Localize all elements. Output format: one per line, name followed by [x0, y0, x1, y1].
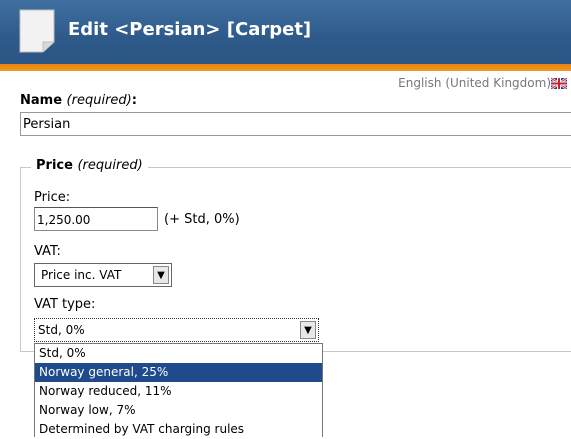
vat-select-value: Price inc. VAT — [41, 268, 122, 282]
document-icon — [19, 9, 55, 53]
name-label-colon: : — [131, 93, 137, 108]
name-label-text: Name — [20, 93, 63, 108]
vat-type-label: VAT type: — [34, 297, 96, 312]
name-input[interactable]: Persian — [20, 112, 571, 136]
chevron-down-icon[interactable]: ▼ — [300, 321, 316, 339]
vat-select[interactable]: Price inc. VAT ▼ — [34, 263, 172, 287]
vat-type-select[interactable]: Std, 0% ▼ — [34, 318, 319, 342]
dropdown-option[interactable]: Determined by VAT charging rules — [35, 420, 322, 439]
price-vat-note: (+ Std, 0%) — [164, 212, 240, 227]
dropdown-option[interactable]: Std, 0% — [35, 344, 322, 363]
language-label: English (United Kingdom) — [398, 76, 551, 90]
dropdown-option-highlighted[interactable]: Norway general, 25% — [35, 363, 322, 382]
vat-type-dropdown-list: Std, 0% Norway general, 25% Norway reduc… — [34, 343, 323, 437]
name-label: Name (required): — [20, 93, 137, 108]
price-legend-text: Price — [36, 158, 73, 173]
page-title: Edit <Persian> [Carpet] — [68, 19, 312, 40]
dropdown-option[interactable]: Norway low, 7% — [35, 401, 322, 420]
dropdown-option[interactable]: Norway reduced, 11% — [35, 382, 322, 401]
vat-type-select-value: Std, 0% — [38, 323, 85, 337]
vat-label: VAT: — [34, 244, 61, 259]
price-required-note: (required) — [77, 158, 143, 173]
name-required-note: (required) — [66, 93, 132, 108]
price-input[interactable]: 1,250.00 — [34, 207, 158, 231]
chevron-down-icon[interactable]: ▼ — [153, 266, 169, 284]
price-label: Price: — [34, 190, 71, 205]
uk-flag-icon[interactable] — [551, 78, 567, 89]
price-legend: Price (required) — [31, 158, 148, 173]
header-accent-line — [0, 64, 571, 71]
